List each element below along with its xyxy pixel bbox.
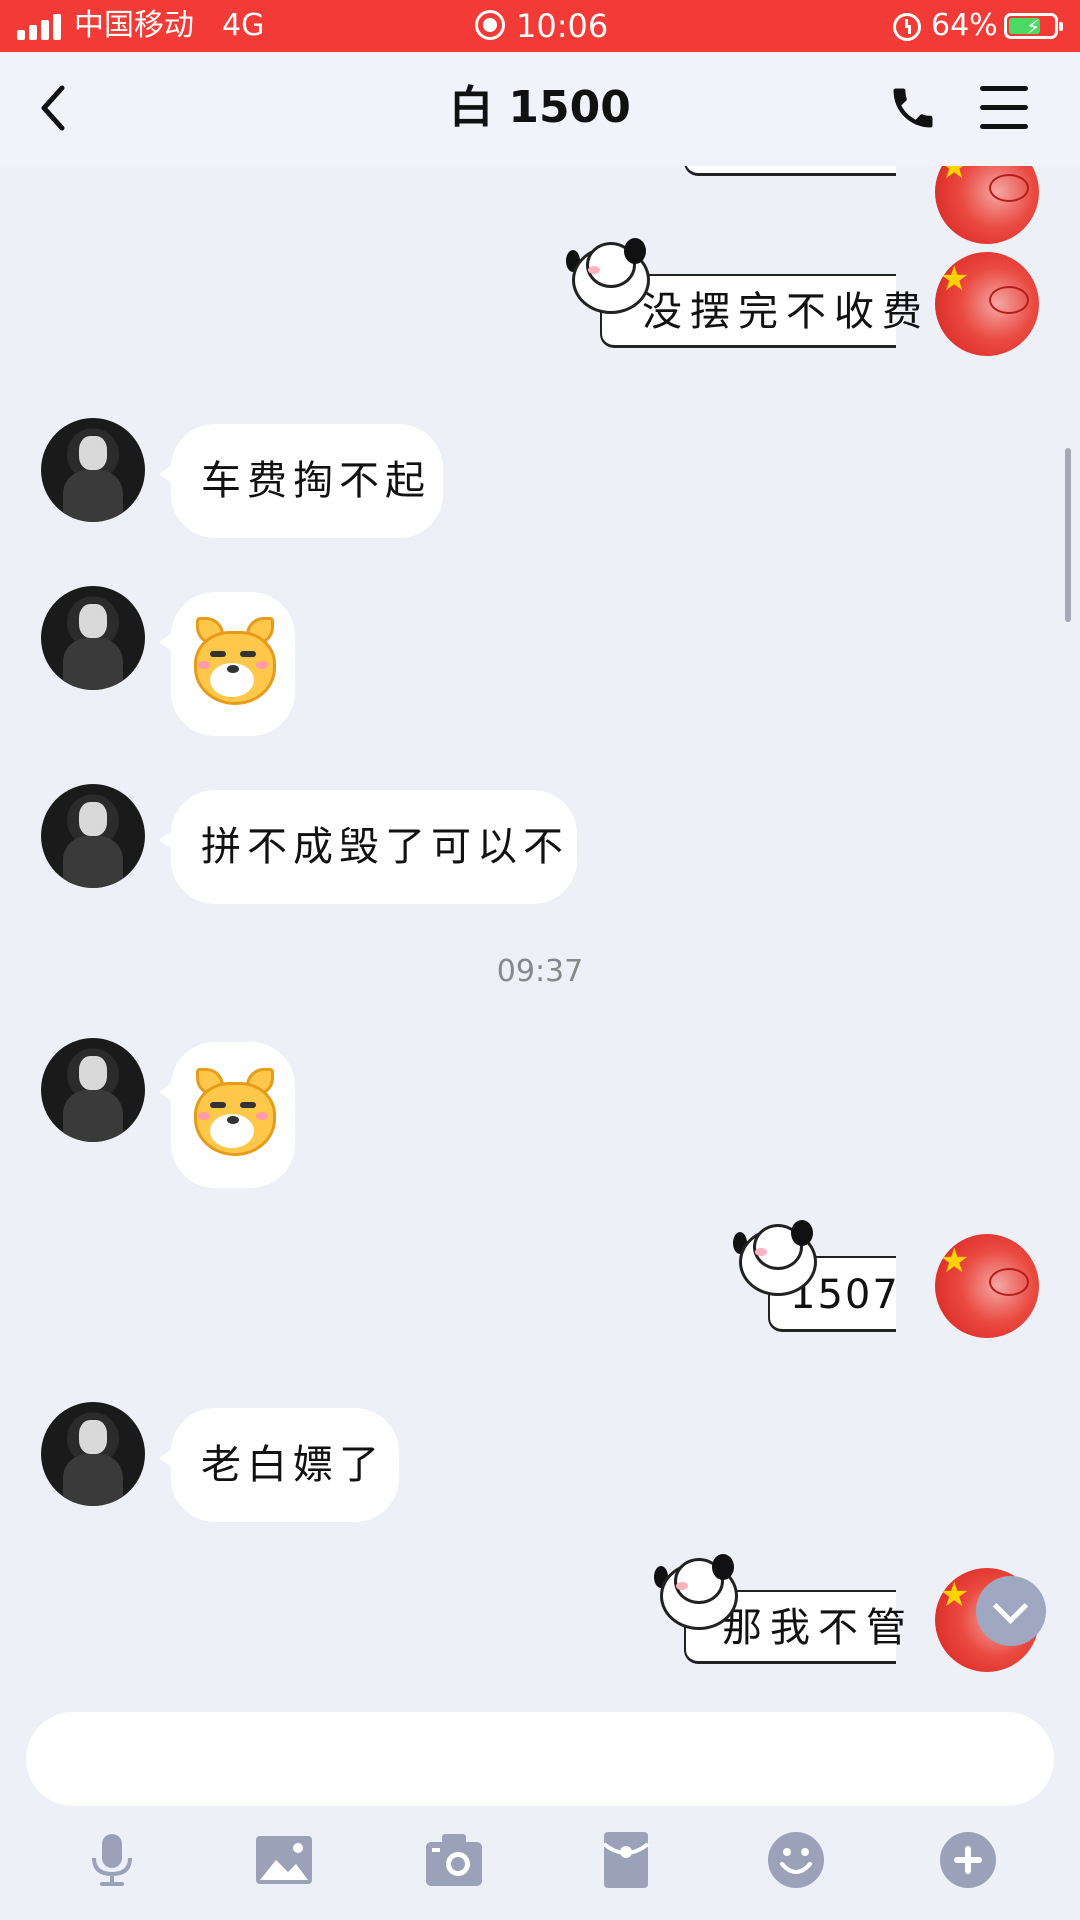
chat-title: 白 1500 [449, 82, 631, 133]
battery-percent: 64% [931, 8, 998, 43]
image-button[interactable] [254, 1830, 314, 1890]
scroll-to-bottom-button[interactable] [976, 1576, 1046, 1646]
message-timestamp: 09:37 [496, 954, 584, 989]
message-bubble-received[interactable]: 老白嫖了 [159, 1408, 399, 1522]
more-button[interactable] [938, 1830, 998, 1890]
sheep-bubble-decoration [654, 1552, 740, 1630]
message-bubble-received[interactable]: 拼不成毁了可以不 [159, 790, 577, 904]
phone-icon [893, 88, 933, 128]
message-text: 那我不管 [722, 1605, 914, 1651]
status-bar: 中国移动 4G 10:06 64% ⚡ [0, 0, 1080, 52]
sheep-bubble-decoration [566, 236, 652, 314]
plus-icon [940, 1832, 996, 1888]
voice-button[interactable] [82, 1830, 142, 1890]
chat-message-list[interactable]: ★ ★ 没摆完不收费 车费掏不起 拼不成毁了可以不 09:37 ★ 1507 老… [0, 166, 1080, 1688]
screen-record-icon [475, 10, 505, 40]
sticker-bubble[interactable] [159, 592, 295, 736]
battery-icon: ⚡ [1004, 13, 1063, 39]
emoji-button[interactable] [766, 1830, 826, 1890]
message-bubble-received[interactable]: 车费掏不起 [159, 424, 443, 538]
contact-avatar[interactable] [41, 418, 145, 522]
menu-line [980, 124, 1028, 129]
sheep-bubble-decoration [733, 1218, 819, 1296]
camera-icon [426, 1834, 482, 1886]
camera-button[interactable] [424, 1830, 484, 1890]
microphone-icon [92, 1834, 132, 1886]
emoji-icon [768, 1832, 824, 1888]
back-button[interactable] [32, 80, 82, 136]
sticker-bubble[interactable] [159, 1042, 295, 1188]
signal-icon [17, 14, 63, 40]
hamburger-menu-icon [980, 86, 1028, 91]
contact-avatar[interactable] [41, 784, 145, 888]
call-button[interactable] [887, 82, 939, 134]
contact-avatar[interactable] [41, 1402, 145, 1506]
status-time: 10:06 [516, 7, 609, 45]
contact-avatar[interactable] [41, 586, 145, 690]
message-bubble-partial [684, 166, 896, 176]
image-icon [256, 1836, 312, 1884]
menu-line [980, 105, 1028, 110]
composer [0, 1688, 1080, 1920]
message-text: 没摆完不收费 [642, 289, 930, 335]
chevron-left-icon [41, 85, 65, 131]
chat-header: 白 1500 [0, 52, 1080, 166]
message-input[interactable] [26, 1712, 1054, 1806]
shiba-face-sticker [186, 1068, 280, 1162]
shiba-face-sticker [186, 617, 280, 711]
menu-button[interactable] [980, 86, 1028, 130]
message-text: 车费掏不起 [201, 458, 431, 504]
network-label: 4G [222, 8, 265, 43]
contact-avatar[interactable] [41, 1038, 145, 1142]
my-avatar[interactable]: ★ [935, 166, 1039, 244]
my-avatar[interactable]: ★ [935, 252, 1039, 356]
scrollbar[interactable] [1065, 448, 1071, 622]
message-text: 老白嫖了 [201, 1442, 385, 1488]
message-text: 拼不成毁了可以不 [201, 824, 569, 870]
alarm-icon [893, 13, 921, 41]
carrier-label: 中国移动 [74, 8, 194, 43]
red-packet-icon [602, 1832, 650, 1888]
red-packet-button[interactable] [596, 1830, 656, 1890]
my-avatar[interactable]: ★ [935, 1234, 1039, 1338]
